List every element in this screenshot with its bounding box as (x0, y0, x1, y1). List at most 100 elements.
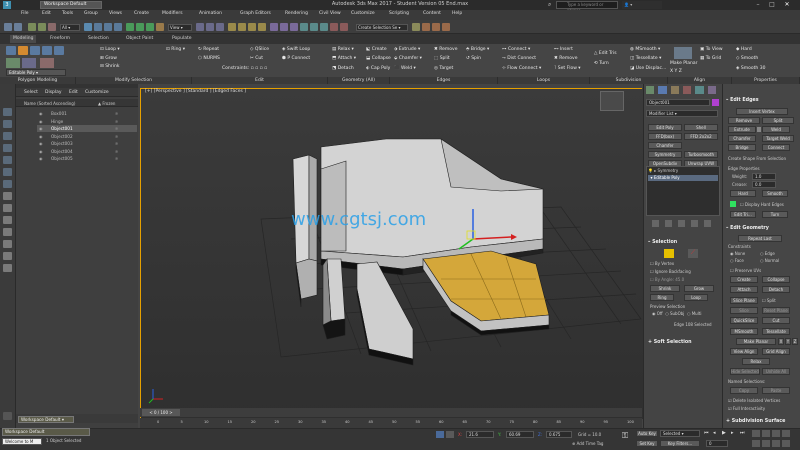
tessellate-button[interactable]: Tessellate (762, 328, 790, 335)
zoom-extents-all-icon[interactable] (782, 430, 790, 437)
collapse-stack-icon[interactable] (40, 58, 54, 68)
time-slider[interactable]: < 0 / 100 > (142, 409, 180, 416)
modifier-ffd222-button[interactable]: FFD 2x2x2 (684, 133, 718, 140)
object-color-swatch[interactable] (712, 99, 719, 106)
ribbon-make-planar[interactable]: Make Planar (670, 61, 697, 66)
weld-edge-button[interactable]: Weld (762, 126, 790, 133)
undo-icon[interactable] (4, 23, 12, 31)
tab-modeling[interactable]: Modeling (10, 35, 37, 43)
freeze-icon[interactable]: ❄ (115, 140, 118, 147)
target-weld-button[interactable]: Target Weld (762, 135, 794, 142)
ribbon-detach[interactable]: ⬔ Detach (332, 66, 354, 71)
bind-space-warp-icon[interactable] (48, 23, 56, 31)
vertex-mode-icon[interactable] (6, 46, 16, 55)
time-slider-track[interactable] (140, 408, 642, 417)
ribbon-ring[interactable]: ⊡ Ring ▾ (166, 47, 185, 52)
rectangular-selection-icon[interactable] (104, 23, 112, 31)
ribbon-attach[interactable]: ⬒ Attach ▾ (332, 56, 356, 61)
ribbon-msmooth[interactable]: ◍ MSmooth ▾ (630, 47, 660, 52)
menu-tools[interactable]: Tools (62, 11, 73, 16)
visibility-eye-icon[interactable]: ◉ (39, 110, 43, 117)
display-frozen-icon[interactable] (3, 240, 12, 248)
previous-frame-icon[interactable]: ◂ (713, 430, 720, 437)
slice-plane-button[interactable]: Slice Plane (730, 297, 758, 304)
ribbon-remove[interactable]: ✖ Remove (434, 47, 457, 52)
placement-icon[interactable] (156, 23, 164, 31)
align-icon[interactable] (290, 23, 298, 31)
msmooth-button[interactable]: MSmooth (730, 328, 758, 335)
scene-menu-display[interactable]: Display (45, 90, 62, 95)
ribbon-bridge[interactable]: ⬘ Bridge ▾ (466, 47, 489, 52)
freeze-icon[interactable]: ❄ (115, 118, 118, 125)
rendered-frame-window-icon[interactable] (432, 23, 440, 31)
ribbon-qslice[interactable]: ◇ QSlice (250, 47, 269, 52)
extrude-edge-button[interactable]: Extrude (728, 126, 756, 133)
menu-views[interactable]: Views (109, 11, 122, 16)
menu-scripting[interactable]: Scripting (389, 11, 409, 16)
ribbon-flow-connect[interactable]: ⊹ Flow Connect ▾ (502, 66, 541, 71)
modifier-symmetry-button[interactable]: Symmetry (648, 151, 682, 158)
viewport-label[interactable]: [+] [Perspective ] [Standard ] [Edged Fa… (145, 89, 246, 94)
view-align-button[interactable]: View Align (730, 348, 758, 355)
quickslice-button[interactable]: QuickSlice (730, 317, 758, 324)
modifier-list-dropdown[interactable]: Modifier List ▾ (646, 110, 718, 117)
scene-menu-select[interactable]: Select (24, 90, 38, 95)
edit-geometry-header[interactable]: – Edit Geometry (726, 226, 769, 231)
display-groups-icon[interactable] (3, 192, 12, 200)
viewport-perspective[interactable]: www.cgtsj.com (140, 88, 643, 419)
display-space-warps-icon[interactable] (3, 180, 12, 188)
extrude-settings-icon[interactable] (757, 127, 761, 132)
vertex-selection-icon[interactable] (664, 249, 674, 258)
repeat-last-button[interactable]: Repeat Last (738, 235, 782, 242)
cut-button[interactable]: Cut (762, 317, 790, 324)
z-coordinate[interactable]: 0.675 (546, 431, 572, 438)
select-manipulate-icon[interactable] (206, 23, 214, 31)
x-coordinate[interactable]: 21.6 (466, 431, 494, 438)
ribbon-hard[interactable]: ◆ Hard (736, 47, 752, 52)
freeze-icon[interactable]: ❄ (115, 155, 118, 162)
ribbon-repeat[interactable]: ↻ Repeat (198, 47, 219, 52)
modifier-chamfer-button[interactable]: Chamfer (648, 142, 682, 149)
shrink-button[interactable]: Shrink (650, 285, 680, 292)
angle-snap-icon[interactable] (238, 23, 246, 31)
link-icon[interactable] (28, 23, 36, 31)
display-all-icon[interactable] (3, 264, 12, 272)
turn-button[interactable]: Turn (762, 211, 788, 218)
create-button[interactable]: Create (730, 276, 758, 283)
toggle-ribbon-icon[interactable] (320, 23, 328, 31)
ribbon-turn[interactable]: ⟲ Turn (594, 61, 609, 66)
goto-start-icon[interactable]: ⏮ (704, 430, 711, 437)
ribbon-weld[interactable]: ⬛ Weld ▾ (394, 66, 416, 71)
menu-content[interactable]: Content (423, 11, 441, 16)
ribbon-to-grid[interactable]: ▦ To Grid (700, 56, 721, 61)
display-hidden-icon[interactable] (3, 252, 12, 260)
object-type-dropdown[interactable]: Editable Poly ▾ (6, 69, 66, 76)
stack-item-editable-poly[interactable]: ▾ Editable Poly (648, 175, 718, 181)
scene-list-item[interactable]: ◉ Object004 ❄ (37, 148, 137, 155)
make-planar-y-button[interactable]: Y (785, 338, 791, 345)
menu-customize[interactable]: Customize (351, 11, 375, 16)
relax-button[interactable]: Relax (742, 358, 770, 365)
visibility-eye-icon[interactable]: ◉ (39, 133, 43, 140)
soft-selection-rollout-header[interactable]: + Soft Selection (648, 340, 692, 345)
ribbon-split[interactable]: ⬚ Split (434, 56, 450, 61)
modify-mode-icon[interactable] (6, 58, 20, 68)
ribbon-spin[interactable]: ↺ Spin (466, 56, 481, 61)
ribbon-tessellate[interactable]: ◫ Tessellate ▾ (630, 56, 661, 61)
ribbon-align-xyz[interactable]: X Y Z (670, 69, 682, 74)
ribbon-connect[interactable]: ⊶ Connect ▾ (502, 47, 530, 52)
smooth-edge-button[interactable]: Smooth (762, 190, 788, 197)
current-frame-field[interactable]: 0 (706, 440, 728, 447)
ribbon-set-flow[interactable]: ⊺ Set Flow ▾ (554, 66, 581, 71)
bridge-edge-button[interactable]: Bridge (728, 144, 756, 151)
group-subdivision[interactable]: Subdivision (590, 77, 668, 84)
modifier-edit-poly-button[interactable]: Edit Poly (648, 124, 682, 131)
by-vertex-checkbox[interactable]: ☐ By Vertex (650, 261, 674, 266)
collapse-button[interactable]: Collapse (762, 276, 790, 283)
element-mode-icon[interactable] (54, 46, 64, 55)
ribbon-insert[interactable]: ⊷ Insert (554, 47, 573, 52)
freeze-icon[interactable]: ❄ (115, 133, 118, 140)
group-polygon-modeling[interactable]: Polygon Modeling (0, 77, 76, 84)
make-planar-icon[interactable] (674, 47, 692, 59)
close-button[interactable]: ✕ (781, 0, 793, 9)
